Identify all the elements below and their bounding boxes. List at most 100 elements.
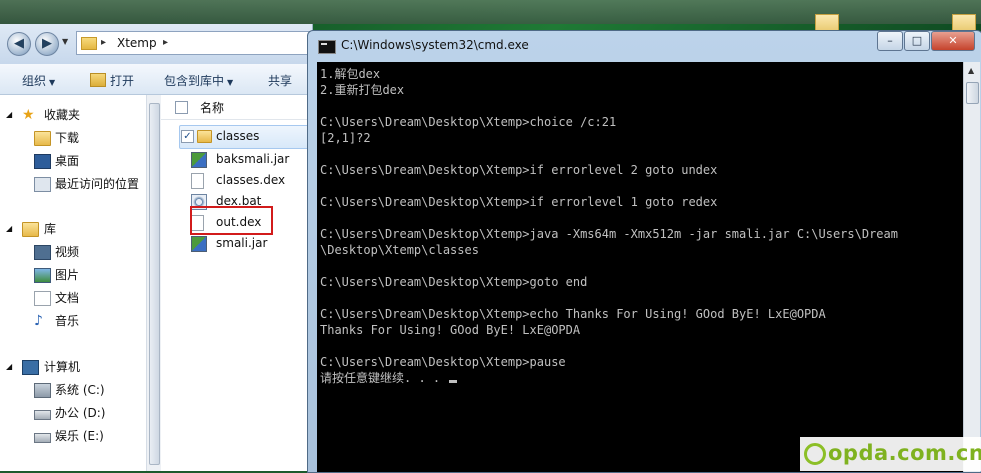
cmd-window: C:\Windows\system32\cmd.exe – □ ✕ 1.解包de… <box>307 30 981 473</box>
file-list: 名称 ✓ classes baksmali.jar classes.dex de… <box>161 95 314 471</box>
share-button[interactable]: 共享 <box>268 72 292 89</box>
forward-button[interactable]: ▶ <box>35 32 59 56</box>
chevron-down-icon: ▼ <box>227 78 234 87</box>
column-header: 名称 <box>161 95 312 120</box>
watermark-logo-icon <box>804 443 826 465</box>
nav-documents-label: 文档 <box>55 291 80 305</box>
close-button[interactable]: ✕ <box>931 31 975 51</box>
jar-icon <box>191 152 207 168</box>
videos-icon <box>34 245 51 260</box>
file-icon <box>191 173 204 189</box>
breadcrumb-xtemp[interactable]: Xtemp <box>117 32 157 54</box>
open-icon <box>90 73 106 87</box>
include-label: 包含到库中 <box>164 74 225 88</box>
console-line: Thanks For Using! GOod ByE! LxE@OPDA <box>320 323 581 337</box>
row-checkbox[interactable]: ✓ <box>181 130 194 143</box>
include-in-library-button[interactable]: 包含到库中 ▼ <box>164 72 233 89</box>
console-lines: 1.解包dex 2.重新打包dex C:\Users\Dream\Desktop\X… <box>320 66 898 386</box>
downloads-folder-icon <box>34 131 51 146</box>
chevron-right-icon[interactable]: ▸ <box>163 32 168 54</box>
navigation-scrollbar[interactable] <box>146 95 161 471</box>
scrollbar-thumb[interactable] <box>966 82 979 104</box>
chevron-down-icon: ▼ <box>49 78 56 87</box>
text-cursor <box>449 380 458 383</box>
console-line: \Desktop\Xtemp\classes <box>320 243 479 257</box>
expand-arrow-icon[interactable]: ◢ <box>6 357 12 377</box>
console-line: 1.解包dex <box>320 67 381 81</box>
jar-icon <box>191 236 207 252</box>
pictures-icon <box>34 268 51 283</box>
file-name: classes.dex <box>216 173 286 187</box>
open-label: 打开 <box>110 74 135 88</box>
folder-icon <box>197 130 212 143</box>
console-line: C:\Users\Dream\Desktop\Xtemp>choice /c:2… <box>320 115 617 129</box>
command-bar: 组织 ▼ 打开 包含到库中 ▼ 共享 <box>0 64 312 95</box>
console-line: 2.重新打包dex <box>320 83 405 97</box>
nav-computer-label: 计算机 <box>44 360 81 374</box>
maximize-button[interactable]: □ <box>904 31 930 51</box>
recent-places-icon <box>34 177 51 192</box>
scrollbar-thumb[interactable] <box>149 103 160 465</box>
nav-pictures-label: 图片 <box>55 268 80 282</box>
libraries-icon <box>22 222 39 237</box>
nav-drive-c-label: 系统 (C:) <box>55 383 105 397</box>
share-label: 共享 <box>268 74 293 88</box>
console-line: C:\Users\Dream\Desktop\Xtemp>if errorlev… <box>320 195 718 209</box>
navigation-pane: ◢ ★ 收藏夹 下载 桌面 最近访问的位置 ◢ 库 视频 图片 文档 ♪ 音乐 … <box>0 95 160 471</box>
file-name: smali.jar <box>216 236 268 250</box>
expand-arrow-icon[interactable]: ◢ <box>6 219 12 239</box>
column-name-header[interactable]: 名称 <box>200 99 224 116</box>
console-output[interactable]: 1.解包dex 2.重新打包dex C:\Users\Dream\Desktop\X… <box>317 62 963 472</box>
recent-pages-chevron-icon[interactable]: ▼ <box>62 37 68 46</box>
chevron-right-icon[interactable]: ▸ <box>101 32 106 54</box>
music-icon: ♪ <box>34 313 43 329</box>
select-all-checkbox[interactable] <box>175 101 188 114</box>
watermark: opda.com.cn <box>800 437 981 471</box>
drive-icon <box>34 433 51 443</box>
folder-icon <box>81 37 97 50</box>
computer-icon <box>22 360 39 375</box>
console-icon[interactable] <box>318 40 336 54</box>
explorer-window: ◀ ▶ ▼ ▸ Xtemp ▸ 组织 ▼ 打开 包含到库中 ▼ 共享 ◢ ★ 收藏夹 <box>0 24 314 471</box>
file-name: baksmali.jar <box>216 152 290 166</box>
nav-music-label: 音乐 <box>55 314 80 328</box>
console-line: C:\Users\Dream\Desktop\Xtemp>goto end <box>320 275 588 289</box>
scroll-up-arrow-icon[interactable]: ▲ <box>968 66 974 75</box>
expand-arrow-icon[interactable]: ◢ <box>6 105 12 125</box>
file-name: classes <box>216 129 260 143</box>
console-line: C:\Users\Dream\Desktop\Xtemp>java -Xms64… <box>320 227 898 241</box>
nav-libraries-label: 库 <box>44 222 57 236</box>
back-button[interactable]: ◀ <box>7 32 31 56</box>
console-scrollbar[interactable]: ▲ <box>963 62 980 472</box>
open-button[interactable]: 打开 <box>90 72 134 89</box>
nav-drive-d-label: 办公 (D:) <box>55 406 106 420</box>
minimize-button[interactable]: – <box>877 31 903 51</box>
console-line: [2,1]?2 <box>320 131 371 145</box>
console-line: C:\Users\Dream\Desktop\Xtemp>if errorlev… <box>320 163 718 177</box>
console-line: 请按任意键继续. . . <box>320 370 898 386</box>
red-annotation-box <box>190 206 273 235</box>
desktop-icon <box>34 154 51 169</box>
star-icon: ★ <box>22 107 35 123</box>
watermark-text: opda.com.cn <box>828 441 981 465</box>
nav-favorites-label: 收藏夹 <box>44 108 81 122</box>
organize-button[interactable]: 组织 ▼ <box>22 72 55 89</box>
cmd-title-bar[interactable]: C:\Windows\system32\cmd.exe – □ ✕ <box>308 31 981 61</box>
nav-downloads-label: 下载 <box>55 131 80 145</box>
console-line: C:\Users\Dream\Desktop\Xtemp>pause <box>320 355 566 369</box>
system-drive-icon <box>34 383 51 398</box>
organize-label: 组织 <box>22 74 47 88</box>
nav-desktop-label: 桌面 <box>55 154 80 168</box>
console-line: C:\Users\Dream\Desktop\Xtemp>echo Thanks… <box>320 307 826 321</box>
drive-icon <box>34 410 51 420</box>
documents-icon <box>34 291 51 306</box>
nav-drive-e-label: 娱乐 (E:) <box>55 429 104 443</box>
address-input[interactable]: ▸ Xtemp ▸ <box>76 31 314 55</box>
